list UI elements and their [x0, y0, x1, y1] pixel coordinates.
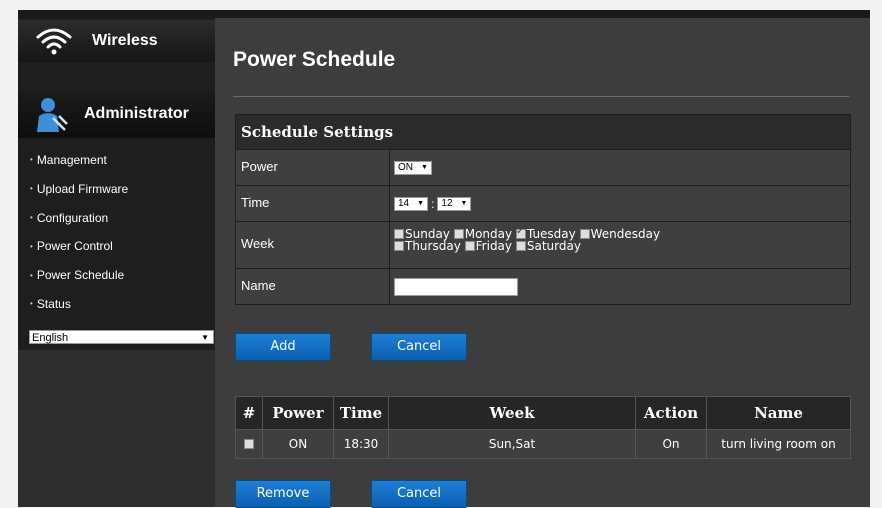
- bullet-icon: •: [30, 270, 33, 280]
- table-row: ON 18:30 Sun,Sat On turn living room on: [235, 429, 851, 459]
- name-row: Name: [236, 268, 850, 304]
- checkbox-friday[interactable]: [464, 241, 475, 251]
- checkbox-tuesday[interactable]: [515, 226, 526, 239]
- power-select[interactable]: ON ▼: [394, 160, 432, 175]
- sidebar-item-label: Power Control: [36, 239, 113, 254]
- checkbox-saturday[interactable]: [515, 241, 526, 251]
- day-label: Friday: [475, 239, 513, 253]
- row-checkbox[interactable]: [243, 439, 254, 449]
- sidebar-item-upload-firmware[interactable]: • Upload Firmware: [18, 175, 215, 204]
- row-select-cell: [235, 429, 263, 459]
- sidebar-nav: • Management • Upload Firmware • Configurat…: [18, 146, 215, 319]
- checkbox-wendesday[interactable]: [579, 229, 590, 239]
- cell-time: 18:30: [333, 429, 389, 459]
- bullet-icon: •: [30, 299, 33, 309]
- bullet-icon: •: [30, 184, 33, 194]
- wifi-icon: [34, 23, 74, 59]
- add-button[interactable]: Add: [235, 333, 331, 361]
- week-row: Week Sunday Monday Tuesday Wendesday Thu…: [236, 221, 850, 268]
- sidebar-wireless-label: Wireless: [92, 32, 158, 49]
- cell-power: ON: [262, 429, 334, 459]
- cancel-button[interactable]: Cancel: [371, 333, 467, 361]
- power-select-value: ON: [398, 161, 413, 173]
- bullet-icon: •: [30, 213, 33, 223]
- power-row: Power ON ▼: [236, 149, 850, 185]
- minute-select[interactable]: 12 ▼: [437, 196, 472, 211]
- time-row: Time 14 ▼ : 12 ▼: [236, 185, 850, 221]
- sidebar-item-label: Upload Firmware: [36, 181, 129, 196]
- power-label: Power: [236, 150, 390, 185]
- hour-select[interactable]: 14 ▼: [394, 196, 429, 211]
- time-colon: :: [431, 196, 435, 211]
- schedule-settings-panel: Schedule Settings Power ON ▼ Time 14 ▼:…: [235, 114, 851, 305]
- sidebar-item-label: Management: [36, 153, 107, 167]
- chevron-down-icon: ▼: [460, 199, 468, 207]
- sidebar-item-status[interactable]: • Status: [18, 290, 215, 319]
- sidebar-wireless-header[interactable]: Wireless: [18, 20, 215, 62]
- col-header-time: Time: [333, 396, 389, 430]
- minute-select-value: 12: [441, 197, 453, 209]
- name-label: Name: [236, 269, 390, 304]
- chevron-down-icon: ▼: [421, 163, 428, 171]
- bullet-icon: •: [30, 241, 33, 251]
- checkbox-sunday[interactable]: [394, 229, 404, 239]
- cell-action: On: [635, 429, 707, 459]
- sidebar-item-label: Power Schedule: [36, 268, 125, 283]
- sidebar-filler: [18, 350, 215, 507]
- table-header-row: # Power Time Week Action Name: [235, 396, 851, 430]
- title-divider: [233, 96, 849, 97]
- sidebar-item-label: Status: [36, 296, 71, 311]
- schedule-settings-header: Schedule Settings: [236, 115, 850, 149]
- cancel-button-2[interactable]: Cancel: [371, 480, 467, 508]
- col-header-power: Power: [262, 396, 334, 430]
- app-frame: Wireless Administrator • Management • Uplo…: [18, 10, 870, 508]
- week-label: Week: [236, 222, 390, 268]
- col-header-index: #: [235, 396, 263, 430]
- sidebar-item-label: Configuration: [36, 210, 109, 225]
- sidebar-item-configuration[interactable]: • Configuration: [18, 204, 215, 233]
- sidebar-item-management[interactable]: • Management: [18, 146, 215, 175]
- checkbox-monday[interactable]: [453, 229, 464, 239]
- sidebar-admin-header[interactable]: Administrator: [18, 90, 215, 138]
- sidebar: Wireless Administrator • Management • Uplo…: [18, 18, 215, 507]
- col-header-action: Action: [635, 396, 707, 430]
- day-label: Thursday: [405, 239, 461, 253]
- bullet-icon: •: [30, 155, 33, 165]
- day-label: Wendesday: [590, 227, 661, 241]
- sidebar-item-power-control[interactable]: • Power Control: [18, 232, 215, 261]
- sidebar-admin-label: Administrator: [84, 105, 189, 122]
- admin-user-icon: [32, 96, 72, 132]
- day-label: Saturday: [526, 239, 581, 253]
- hour-select-value: 14: [398, 197, 410, 209]
- sidebar-item-power-schedule[interactable]: • Power Schedule: [18, 261, 215, 290]
- remove-button[interactable]: Remove: [235, 480, 331, 508]
- chevron-down-icon: ▼: [201, 333, 209, 342]
- schedule-table: # Power Time Week Action Name ON 18:30 S…: [235, 396, 851, 459]
- time-label: Time: [236, 186, 390, 221]
- language-value: English: [32, 332, 69, 344]
- col-header-name: Name: [706, 396, 851, 430]
- checkbox-thursday[interactable]: [394, 241, 404, 251]
- cell-week: Sun,Sat: [388, 429, 636, 459]
- col-header-week: Week: [388, 396, 636, 430]
- cell-name: turn living room on: [706, 429, 851, 459]
- page-title: Power Schedule: [233, 48, 396, 71]
- name-input[interactable]: [394, 277, 518, 296]
- week-checkboxes: Sunday Monday Tuesday Wendesday Thursday…: [394, 226, 661, 253]
- chevron-down-icon: ▼: [417, 199, 425, 207]
- main-content: Power Schedule Schedule Settings Power O…: [215, 18, 870, 508]
- language-select[interactable]: English ▼: [29, 330, 214, 344]
